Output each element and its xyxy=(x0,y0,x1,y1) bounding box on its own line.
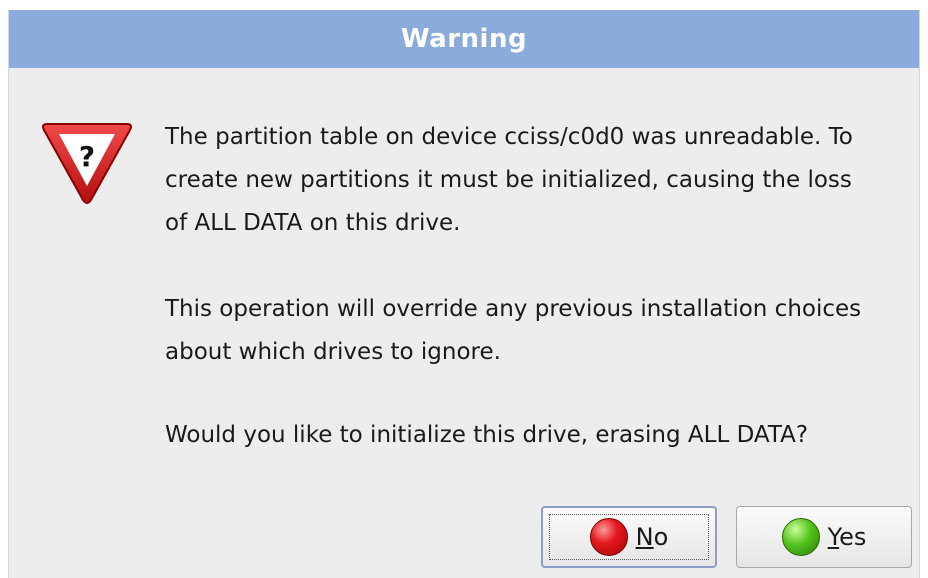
message-line: Would you like to initialize this drive,… xyxy=(165,422,809,448)
green-circle-icon xyxy=(781,518,820,556)
message-line: This operation will override any previou… xyxy=(165,296,862,322)
message-paragraph-2: This operation will override any previou… xyxy=(165,288,925,374)
dialog-message: The partition table on device cciss/c0d0… xyxy=(165,116,925,457)
message-line: create new partitions it must be initial… xyxy=(165,167,852,193)
focus-ring xyxy=(549,514,709,560)
red-circle-icon xyxy=(589,518,628,556)
yes-button-label: Yes xyxy=(827,523,867,551)
warning-question-icon: ? xyxy=(39,114,135,210)
dialog-title: Warning xyxy=(400,24,528,54)
message-line: The partition table on device cciss/c0d0… xyxy=(165,124,853,150)
message-paragraph-1: The partition table on device cciss/c0d0… xyxy=(165,116,925,245)
message-line: about which drives to ignore. xyxy=(165,339,501,365)
message-line: of ALL DATA on this drive. xyxy=(165,210,461,236)
no-button-label: No xyxy=(635,523,669,551)
yes-button[interactable]: Yes xyxy=(736,506,912,568)
message-paragraph-3: Would you like to initialize this drive,… xyxy=(165,414,925,457)
warning-dialog: Warning ? The partition table on device … xyxy=(8,10,920,578)
svg-text:?: ? xyxy=(79,140,95,173)
no-button[interactable]: No xyxy=(541,506,717,568)
dialog-titlebar: Warning xyxy=(9,10,919,68)
